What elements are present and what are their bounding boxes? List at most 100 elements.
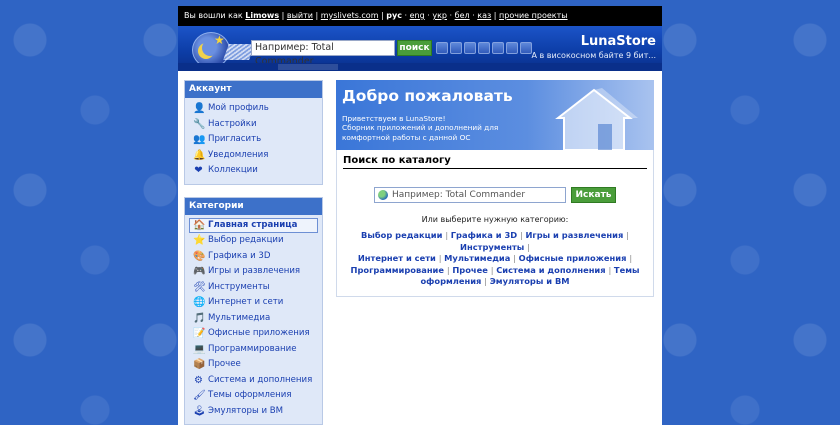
lang-ukr-link[interactable]: укр [432, 11, 447, 20]
collections-icon: ❤ [194, 165, 203, 177]
other-projects-link[interactable]: прочие проекты [499, 11, 568, 20]
category-hint: Или выберите нужную категорию: [421, 215, 569, 224]
account-panel-title: Аккаунт [185, 81, 322, 98]
header-search-input[interactable]: Например: Total Commander [251, 40, 395, 67]
sidebar-item-themes[interactable]: 🖌 Темы оформления [185, 388, 322, 404]
welcome-line-3: комфортной работы с данной ОС [342, 132, 471, 142]
sidebar-item-system[interactable]: ⚙ Система и дополнения [185, 373, 322, 389]
brand-name[interactable]: LunaStore [531, 34, 656, 50]
welcome-line-2: Сборник приложений и дополнений для [342, 123, 499, 133]
sidebar-item-label: Система и дополнения [208, 374, 313, 385]
sidebar-item-label: Программирование [208, 343, 297, 354]
sidebar-item-editors-choice[interactable]: ⭐ Выбор редакции [185, 233, 322, 249]
welcome-banner: Добро пожаловать Приветствуем в LunaStor… [336, 80, 654, 150]
header-search-button[interactable]: поиск [397, 40, 432, 56]
app-tile-icon [436, 42, 448, 54]
brand-block: LunaStore А в високосном байте 9 бит... [531, 34, 656, 62]
multimedia-icon: 🎵 [193, 312, 206, 324]
catalog-search-row: Например: Total Commander Искать [343, 187, 647, 203]
lang-current: рус [386, 11, 402, 20]
category-link[interactable]: Программирование [351, 265, 445, 275]
sidebar-item-label: Коллекции [208, 165, 258, 175]
sidebar-item-label: Прочее [208, 359, 241, 369]
tools-icon: 🛠 [193, 281, 206, 293]
category-link[interactable]: Игры и развлечения [525, 230, 623, 240]
separator: | [626, 230, 629, 240]
sidebar: Аккаунт 👤 Мой профиль 🔧 Настройки 👥 Приглас… [184, 80, 323, 425]
sidebar-item-label: Инструменты [208, 281, 270, 292]
sidebar-item-internet[interactable]: 🌐 Интернет и сети [185, 295, 322, 311]
header-bottom-strip [178, 63, 662, 71]
site-header: ★ Например: Total Commander поиск LunaSt… [178, 26, 662, 71]
sidebar-item-emulators[interactable]: 🕹 Эмуляторы и ВМ [185, 404, 322, 420]
category-link[interactable]: Интернет и сети [358, 253, 436, 263]
username-link[interactable]: Limows [245, 11, 279, 20]
logout-link[interactable]: выйти [287, 11, 313, 20]
categories-panel-title: Категории [185, 197, 322, 215]
lang-kaz-link[interactable]: каз [477, 11, 491, 20]
sidebar-item-label: Выбор редакции [208, 235, 284, 245]
home-icon: 🏠 [193, 219, 206, 231]
emulators-icon: 🕹 [193, 405, 206, 417]
header-decorative-icons [436, 42, 532, 54]
sidebar-item-label: Уведомления [208, 149, 269, 160]
app-tile-icon [506, 42, 518, 54]
sidebar-item-label: Мой профиль [208, 103, 269, 113]
sidebar-item-label: Графика и 3D [208, 250, 271, 261]
programming-icon: 💻 [193, 343, 206, 355]
sidebar-item-tools[interactable]: 🛠 Инструменты [185, 280, 322, 296]
sidebar-item-graphics[interactable]: 🎨 Графика и 3D [185, 249, 322, 265]
catalog-search-button[interactable]: Искать [571, 187, 616, 203]
misc-icon: 📦 [193, 359, 206, 371]
graphics-icon: 🎨 [193, 250, 206, 262]
sidebar-item-multimedia[interactable]: 🎵 Мультимедиа [185, 311, 322, 327]
notifications-icon: 🔔 [193, 149, 206, 161]
categories-panel: Категории 🏠 Главная страница ⭐ Выбор редак… [184, 196, 323, 425]
category-link[interactable]: Офисные приложения [519, 253, 627, 263]
lang-bel-link[interactable]: бел [455, 11, 470, 20]
category-links: Выбор редакции | Графика и 3D | Игры и р… [343, 230, 647, 288]
catalog-search-section: Поиск по каталогу Например: Total Comman… [336, 150, 654, 297]
sidebar-item-profile[interactable]: 👤 Мой профиль [185, 101, 322, 117]
category-link[interactable]: Выбор редакции [361, 230, 442, 240]
page-container: Вы вошли как Limows | выйти | myslivets.… [178, 6, 662, 425]
separator: | [629, 253, 633, 263]
system-icon: ⚙ [194, 374, 203, 386]
category-link[interactable]: Система и дополнения [496, 265, 605, 275]
category-link[interactable]: Эмуляторы и ВМ [490, 276, 570, 286]
top-user-bar: Вы вошли как Limows | выйти | myslivets.… [178, 6, 662, 26]
sidebar-item-programming[interactable]: 💻 Программирование [185, 342, 322, 358]
main-content: Добро пожаловать Приветствуем в LunaStor… [336, 80, 654, 297]
themes-icon: 🖌 [193, 390, 206, 402]
sidebar-item-label: Пригласить [208, 134, 262, 144]
welcome-title: Добро пожаловать [342, 87, 513, 105]
star-logo-icon: ★ [214, 33, 225, 47]
sidebar-item-office[interactable]: 📝 Офисные приложения [185, 326, 322, 342]
catalog-search-input[interactable]: Например: Total Commander [374, 187, 566, 203]
sidebar-item-notifications[interactable]: 🔔 Уведомления [185, 148, 322, 164]
category-link[interactable]: Прочее [452, 265, 488, 275]
games-icon: 🎮 [193, 266, 206, 278]
star-icon: ⭐ [193, 235, 206, 247]
sidebar-item-misc[interactable]: 📦 Прочее [185, 357, 322, 373]
app-tile-icon [450, 42, 462, 54]
sidebar-item-home[interactable]: 🏠 Главная страница [189, 217, 318, 233]
account-panel: Аккаунт 👤 Мой профиль 🔧 Настройки 👥 Приглас… [184, 80, 323, 185]
welcome-description: Приветствуем в LunaStore! Сборник прилож… [342, 114, 502, 142]
sidebar-item-settings[interactable]: 🔧 Настройки [185, 117, 322, 133]
sidebar-item-games[interactable]: 🎮 Игры и развлечения [185, 264, 322, 280]
brand-slogan: А в високосном байте 9 бит... [531, 51, 656, 60]
sidebar-item-invite[interactable]: 👥 Пригласить [185, 132, 322, 148]
category-link[interactable]: Графика и 3D [451, 230, 517, 240]
category-link[interactable]: Мультимедиа [444, 253, 510, 263]
separator: | [527, 241, 530, 252]
category-link[interactable]: Инструменты [460, 242, 524, 252]
blog-link[interactable]: myslivets.com [321, 11, 379, 20]
lang-eng-link[interactable]: eng [410, 11, 425, 20]
house-icon [555, 88, 638, 150]
sidebar-item-collections[interactable]: ❤ Коллекции [185, 163, 322, 179]
profile-icon: 👤 [193, 103, 206, 115]
sidebar-item-label: Настройки [208, 118, 257, 129]
logged-in-label: Вы вошли как [184, 11, 243, 20]
settings-icon: 🔧 [193, 118, 206, 130]
